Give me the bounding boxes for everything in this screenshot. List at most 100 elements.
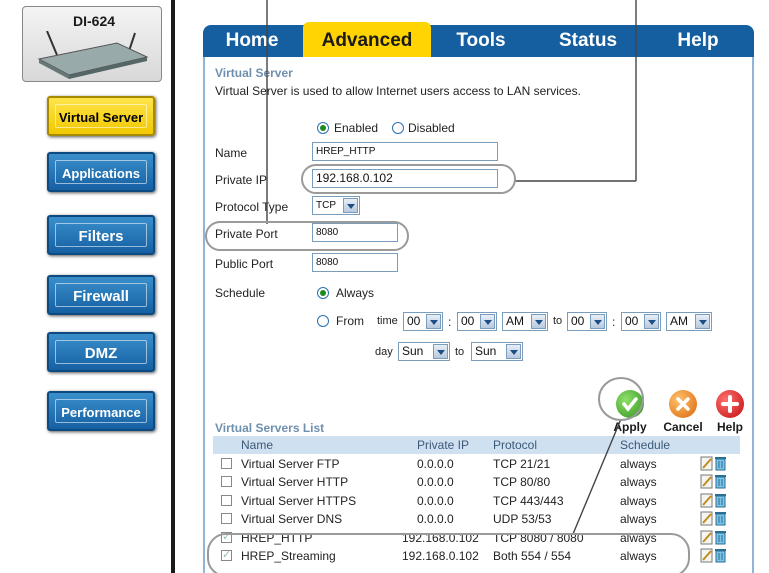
row-checkbox[interactable] (221, 548, 232, 561)
edit-delete-icons[interactable] (700, 547, 730, 564)
sidebar-item-performance[interactable]: Performance (47, 391, 155, 431)
plus-icon (716, 390, 744, 418)
row-protocol: TCP 8080 / 8080 (493, 530, 584, 545)
row-checkbox[interactable] (221, 458, 232, 469)
to-hour-select[interactable]: 00 (567, 312, 607, 331)
table-row: Virtual Server HTTP 0.0.0.0 TCP 80/80 alway… (213, 473, 740, 491)
to-ampm-value: AM (670, 314, 688, 328)
name-label: Name (215, 146, 248, 160)
public-port-field[interactable]: 8080 (312, 253, 398, 272)
sidebar-item-firewall[interactable]: Firewall (47, 275, 155, 315)
to-min-select[interactable]: 00 (621, 312, 661, 331)
sidebar-item-label: Firewall (73, 288, 129, 305)
row-private-ip: 192.168.0.102 (402, 530, 479, 545)
protocol-type-select[interactable]: TCP (312, 196, 360, 215)
from-hour-select[interactable]: 00 (403, 312, 443, 331)
row-schedule: always (620, 493, 657, 508)
cancel-button[interactable]: Cancel (657, 390, 709, 434)
checkmark-icon (616, 390, 644, 418)
row-schedule: always (620, 512, 657, 527)
table-row: Virtual Server DNS 0.0.0.0 UDP 53/53 always (213, 510, 740, 528)
from-radio[interactable] (317, 315, 329, 327)
enabled-radio[interactable] (317, 122, 329, 134)
sidebar-item-label: Performance (61, 405, 141, 420)
disabled-label: Disabled (408, 121, 455, 135)
from-ampm-select[interactable]: AM (502, 312, 548, 331)
table-row: HREP_HTTP 192.168.0.102 TCP 8080 / 8080 alw… (213, 529, 740, 547)
edit-delete-icons[interactable] (700, 455, 730, 472)
chevron-down-icon (480, 314, 495, 329)
row-private-ip: 0.0.0.0 (417, 493, 454, 508)
list-title: Virtual Servers List (215, 421, 325, 435)
edit-delete-icons[interactable] (700, 473, 730, 490)
day-from-value: Sun (402, 344, 424, 358)
chevron-down-icon (506, 344, 521, 359)
row-protocol: TCP 443/443 (493, 493, 564, 508)
day-to-label: to (455, 346, 465, 358)
sidebar: DI-624 Virtual Server Applications Filte… (0, 0, 175, 573)
to-ampm-select[interactable]: AM (666, 312, 712, 331)
row-protocol: Both 554 / 554 (493, 549, 572, 563)
sidebar-item-label: Filters (78, 228, 124, 245)
sidebar-item-label: Virtual Server (58, 110, 144, 125)
public-port-label: Public Port (215, 257, 274, 271)
to-hour-value: 00 (571, 314, 585, 328)
time-separator: : (448, 315, 452, 329)
sidebar-item-dmz[interactable]: DMZ (47, 332, 155, 372)
tab-status[interactable]: Status (543, 25, 633, 57)
row-private-ip: 0.0.0.0 (417, 457, 454, 471)
edit-delete-icons[interactable] (700, 510, 730, 527)
from-min-select[interactable]: 00 (457, 312, 497, 331)
edit-delete-icons[interactable] (700, 529, 730, 546)
time-separator: : (612, 315, 616, 329)
tab-tools[interactable]: Tools (441, 25, 521, 57)
table-row: HREP_Streaming 192.168.0.102 Both 554 / 55… (213, 547, 740, 565)
private-ip-field[interactable]: 192.168.0.102 (312, 169, 498, 188)
apply-button[interactable]: Apply (607, 390, 653, 434)
day-label: day (375, 346, 393, 358)
from-hour-value: 00 (407, 314, 421, 328)
row-private-ip: 192.168.0.102 (402, 549, 479, 563)
day-from-select[interactable]: Sun (398, 342, 450, 361)
sidebar-item-virtual-server[interactable]: Virtual Server (47, 96, 155, 136)
row-protocol: UDP 53/53 (493, 512, 552, 527)
row-name: Virtual Server FTP (241, 457, 340, 471)
row-protocol: TCP 80/80 (493, 475, 551, 490)
row-name: Virtual Server DNS (241, 512, 343, 527)
always-radio[interactable] (317, 287, 329, 299)
private-port-field[interactable]: 8080 (312, 223, 398, 242)
list-header: Name Private IP Protocol Schedule (213, 436, 740, 454)
device-logo: DI-624 (22, 6, 162, 82)
schedule-label: Schedule (215, 286, 266, 300)
row-checkbox[interactable] (221, 513, 232, 525)
chevron-down-icon (433, 344, 448, 359)
router-icon (37, 31, 149, 79)
row-name: HREP_HTTP (241, 530, 313, 545)
cancel-x-icon (669, 390, 697, 418)
day-to-select[interactable]: Sun (471, 342, 523, 361)
chevron-down-icon (695, 314, 710, 329)
enabled-label: Enabled (334, 121, 379, 135)
row-private-ip: 0.0.0.0 (417, 475, 454, 490)
row-checkbox[interactable] (221, 530, 232, 543)
row-checkbox[interactable] (221, 476, 232, 488)
tab-help[interactable]: Help (653, 25, 743, 57)
from-min-value: 00 (461, 314, 475, 328)
row-checkbox[interactable] (221, 494, 232, 506)
chevron-down-icon (531, 314, 546, 329)
row-schedule: always (620, 457, 657, 471)
cancel-label: Cancel (663, 420, 703, 434)
tab-home[interactable]: Home (213, 25, 291, 57)
name-field[interactable]: HREP_HTTP (312, 142, 498, 161)
tab-advanced[interactable]: Advanced (303, 22, 431, 57)
edit-delete-icons[interactable] (700, 492, 730, 509)
row-schedule: always (620, 549, 657, 563)
section-description: Virtual Server is used to allow Internet… (215, 84, 581, 98)
sidebar-item-filters[interactable]: Filters (47, 215, 155, 255)
help-button[interactable]: Help (710, 390, 750, 434)
sidebar-item-applications[interactable]: Applications (47, 152, 155, 192)
row-schedule: always (620, 530, 657, 545)
chevron-down-icon (343, 198, 358, 213)
col-protocol-header: Protocol (493, 438, 538, 452)
disabled-radio[interactable] (392, 122, 404, 134)
